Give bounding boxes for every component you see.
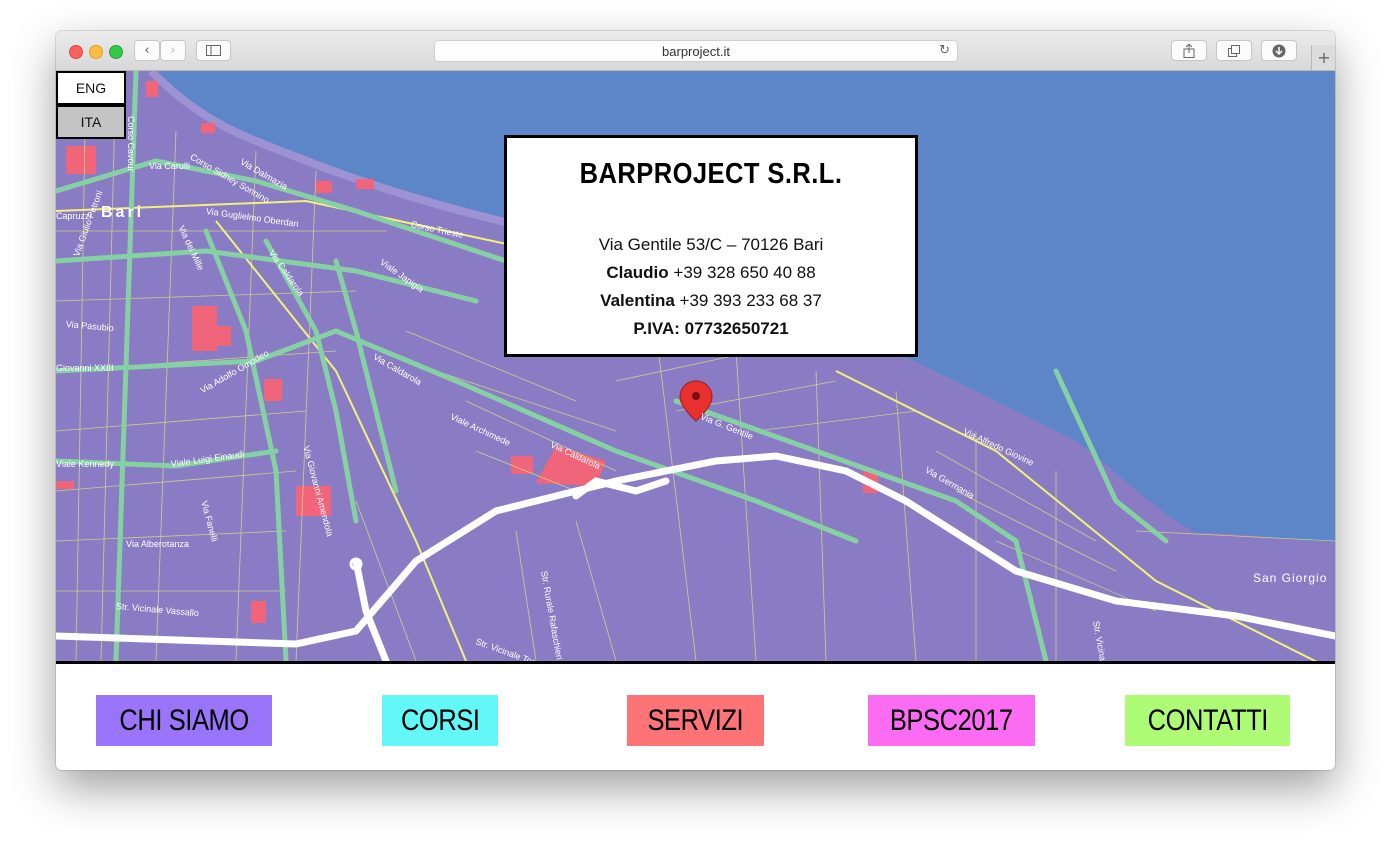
nav-chi-siamo[interactable]: CHI SIAMO <box>96 695 272 746</box>
company-info-box: BARPROJECT S.R.L. Via Gentile 53/C – 701… <box>504 135 918 357</box>
street-label: Via Alberotanza <box>126 539 189 549</box>
company-vat: P.IVA: 07732650721 <box>633 319 789 338</box>
share-icon <box>1183 43 1195 58</box>
main-nav: CHI SIAMO CORSI SERVIZI BPSC2017 CONTATT… <box>56 661 1335 770</box>
sidebar-icon <box>206 45 221 56</box>
lang-ita-button[interactable]: ITA <box>56 105 126 139</box>
nav-label: SERVIZI <box>647 703 744 737</box>
company-address: Via Gentile 53/C – 70126 Bari <box>598 235 824 254</box>
nav-label: CONTATTI <box>1147 703 1268 737</box>
contact-valentina: Valentina +39 393 233 68 37 <box>507 287 915 315</box>
contact-claudio: Claudio +39 328 650 40 88 <box>507 259 915 287</box>
tabs-overview-button[interactable] <box>1216 40 1252 61</box>
nav-bpsc2017[interactable]: BPSC2017 <box>868 695 1035 746</box>
map[interactable]: Corso Cavour Via Carulli Corso Sidney So… <box>56 71 1335 661</box>
street-label: Capruzzi <box>56 211 92 221</box>
close-window-button[interactable] <box>69 45 83 59</box>
lang-eng-button[interactable]: ENG <box>56 71 126 105</box>
city-label: Bari <box>101 204 145 221</box>
contact-name: Claudio <box>606 263 669 282</box>
downloads-button[interactable] <box>1261 40 1297 61</box>
contact-name: Valentina <box>600 291 675 310</box>
address-bar[interactable]: barproject.it ↻ <box>434 40 958 62</box>
sidebar-toggle-button[interactable] <box>196 40 231 61</box>
plus-icon: + <box>1317 48 1331 67</box>
street-label: Corso Cavour <box>126 116 136 172</box>
company-name: BARPROJECT S.R.L. <box>579 158 843 190</box>
back-button[interactable]: ‹ <box>134 40 160 61</box>
nav-contatti[interactable]: CONTATTI <box>1125 695 1290 746</box>
reload-icon[interactable]: ↻ <box>939 43 950 58</box>
contact-phone[interactable]: +39 393 233 68 37 <box>680 291 822 310</box>
street-label: Viale Kennedy <box>56 459 114 469</box>
contact-phone[interactable]: +39 328 650 40 88 <box>673 263 815 282</box>
share-button[interactable] <box>1171 40 1207 61</box>
nav-label: CHI SIAMO <box>119 703 249 737</box>
nav-label: CORSI <box>400 703 480 737</box>
nav-servizi[interactable]: SERVIZI <box>627 695 764 746</box>
district-label: San Giorgio <box>1253 571 1328 585</box>
browser-window: ‹ › barproject.it ↻ + Corso Cavour Via C… <box>56 31 1335 770</box>
download-icon <box>1272 44 1286 57</box>
street-label: Giovanni XXIII <box>56 363 114 373</box>
url-text: barproject.it <box>662 43 730 59</box>
minimize-window-button[interactable] <box>89 45 103 59</box>
browser-titlebar: ‹ › barproject.it ↻ + <box>56 31 1335 71</box>
new-tab-button[interactable]: + <box>1311 45 1335 70</box>
zoom-window-button[interactable] <box>109 45 123 59</box>
chevron-left-icon: ‹ <box>144 43 150 58</box>
street-label: Via Carulli <box>149 161 190 171</box>
forward-button[interactable]: › <box>160 40 186 61</box>
nav-label: BPSC2017 <box>890 703 1013 737</box>
nav-corsi[interactable]: CORSI <box>382 695 498 746</box>
chevron-right-icon: › <box>170 43 176 58</box>
tabs-icon <box>1227 44 1240 57</box>
